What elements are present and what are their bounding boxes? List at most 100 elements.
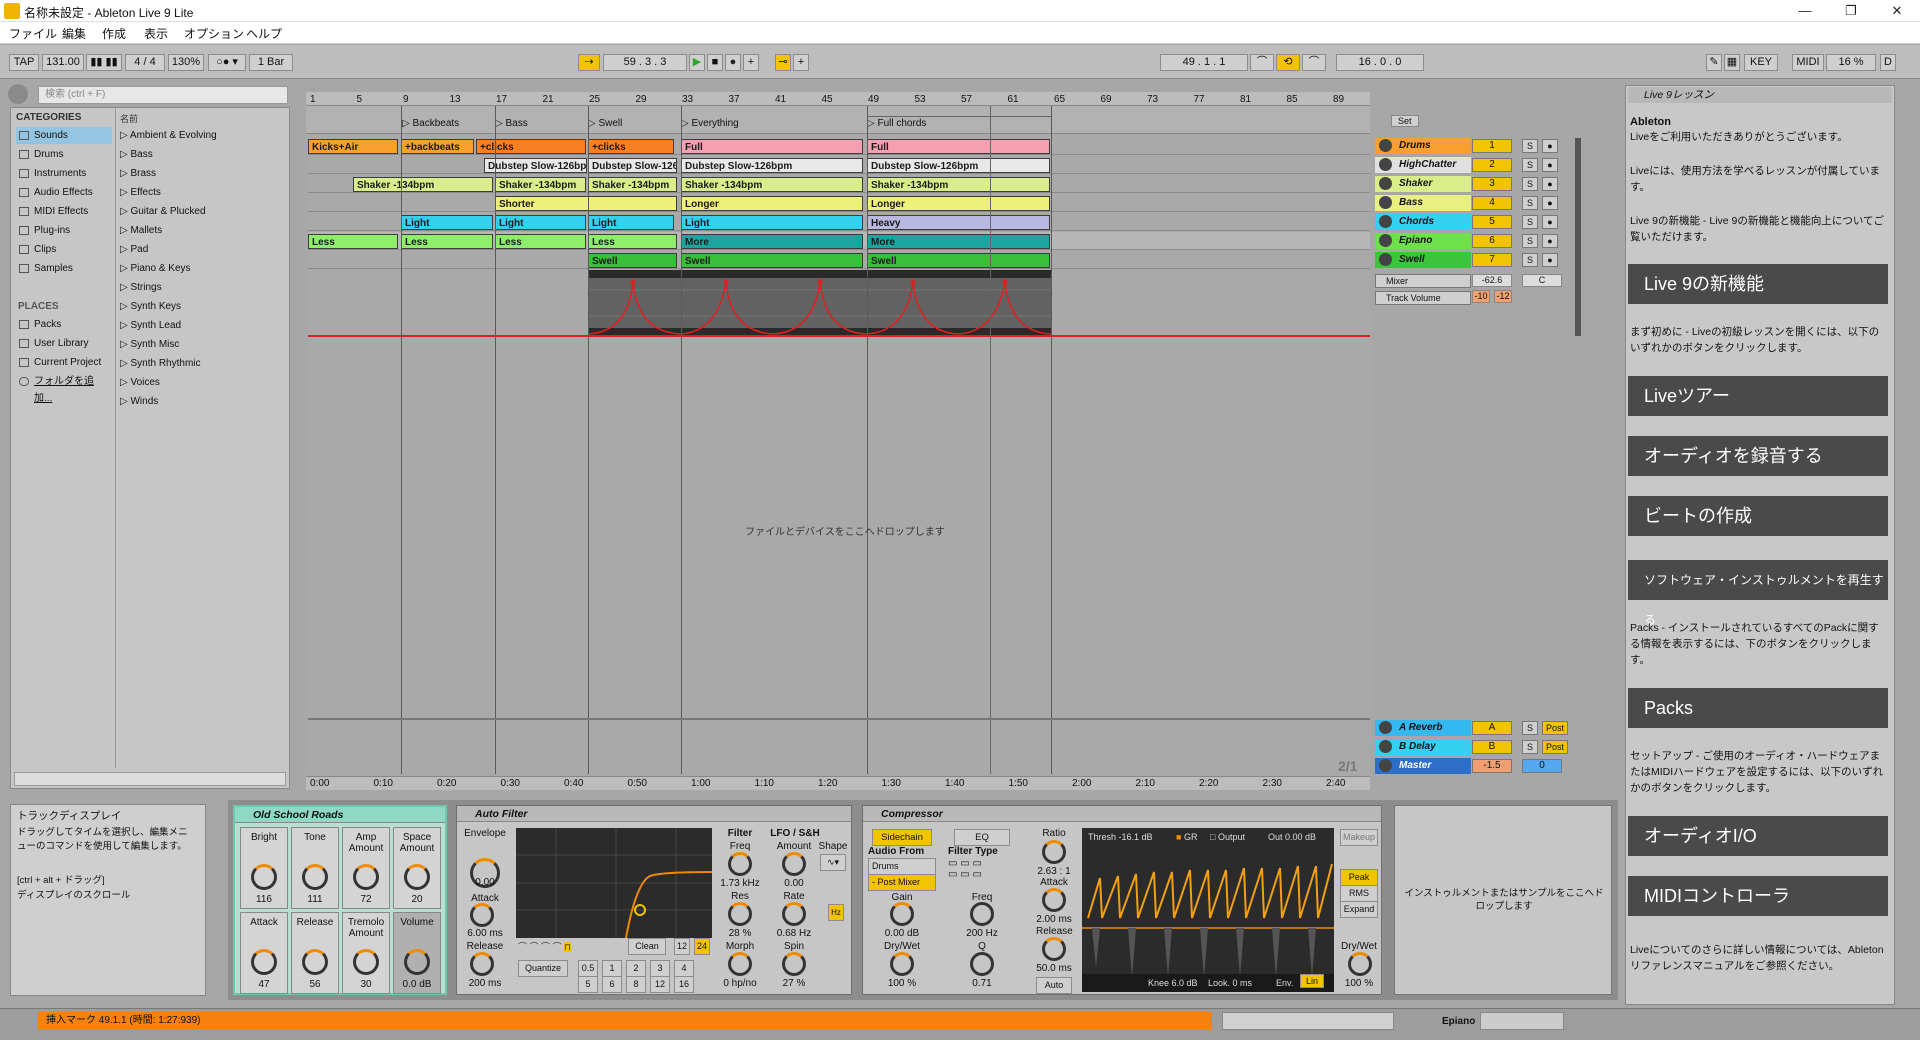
track-header-drums[interactable]: Drums [1375,138,1471,154]
return-track-b[interactable]: B Delay [1375,739,1471,755]
quantize-menu[interactable]: 1 Bar [249,54,293,71]
master-volume[interactable]: -1.5 [1472,759,1512,773]
lesson-whats-new-button[interactable]: Live 9の新機能 [1628,264,1888,304]
rms-button[interactable]: RMS [1340,885,1378,902]
clip[interactable]: Less [495,234,586,249]
category-sounds[interactable]: Sounds [16,127,112,144]
browser-item[interactable]: ▷ Winds [120,396,158,407]
arm-button[interactable]: ● [1542,158,1558,172]
solo-button[interactable]: S [1522,253,1538,267]
swell-waveform[interactable] [588,270,1051,336]
lesson-tour-button[interactable]: Liveツアー [1628,376,1888,416]
browser-item[interactable]: ▷ Voices [120,377,160,388]
macro-control[interactable]: Space Amount 20 [393,827,441,909]
category-clips[interactable]: Clips [16,241,112,258]
browser-item[interactable]: ▷ Mallets [120,225,162,236]
clip[interactable]: Shaker -134bpm [867,177,1050,192]
quantize-value[interactable]: 12 [650,976,670,993]
macro-knob[interactable] [404,864,430,890]
master-track[interactable]: Master [1375,758,1471,774]
quantize-button[interactable]: Quantize [518,960,568,977]
compressor-display[interactable] [1082,828,1334,992]
knee-readout[interactable]: Knee 6.0 dB [1148,978,1198,988]
post-button[interactable]: Post [1542,740,1568,754]
menu-options[interactable]: オプション [184,25,244,42]
midi-controller-button[interactable]: MIDIコントローラ [1628,876,1888,916]
post-button[interactable]: Post [1542,721,1568,735]
clip[interactable]: Swell [588,253,677,268]
release-knob[interactable] [470,952,494,976]
master-pan[interactable]: 0 [1522,759,1562,773]
menu-help[interactable]: ヘルプ [246,25,282,42]
track-number[interactable]: 6 [1472,234,1512,248]
macro-control[interactable]: Release 56 [291,912,339,994]
maximize-button[interactable]: ❐ [1828,0,1874,22]
macro-knob[interactable] [353,864,379,890]
locator-everything[interactable]: ▷ Everything [681,118,739,129]
macro-knob[interactable] [302,864,328,890]
macro-control[interactable]: Bright 116 [240,827,288,909]
browser-item[interactable]: ▷ Strings [120,282,162,293]
clip[interactable]: Heavy [867,215,1050,230]
position-field[interactable]: 59 . 3 . 3 [603,54,687,71]
lookahead-readout[interactable]: Look. 0 ms [1208,978,1252,988]
macro-knob[interactable] [302,949,328,975]
tempo-field[interactable]: 131.00 [42,54,84,71]
play-icon[interactable]: ▶ [689,54,705,71]
clip[interactable]: Kicks+Air [308,139,398,154]
solo-button[interactable]: S [1522,234,1538,248]
drywet-knob[interactable] [1348,952,1372,976]
return-track-a[interactable]: A Reverb [1375,720,1471,736]
clip[interactable]: Light [401,215,493,230]
browser-item[interactable]: ▷ Synth Rhythmic [120,358,201,369]
clip[interactable]: More [867,234,1050,249]
macro-control[interactable]: Tremolo Amount 30 [342,912,390,994]
quantize-value[interactable]: 6 [602,976,622,993]
attack-knob[interactable] [470,903,494,927]
morph-knob[interactable] [728,952,752,976]
locator-full-chords[interactable]: ▷ Full chords [867,118,926,129]
pan-field[interactable]: C [1522,274,1562,287]
category-drums[interactable]: Drums [16,146,112,163]
macro-knob[interactable] [251,949,277,975]
sc-freq-knob[interactable] [970,902,994,926]
track-activator-icon[interactable] [1379,740,1392,753]
hz-button[interactable]: Hz [828,904,844,921]
category-midi-effects[interactable]: MIDI Effects [16,203,112,220]
punch-in-icon[interactable]: ⌒ [1250,54,1274,71]
browser-item[interactable]: ▷ Guitar & Plucked [120,206,206,217]
return-lanes[interactable] [308,718,1370,774]
clip[interactable]: +clicks [476,139,586,154]
comp-release-knob[interactable] [1042,937,1066,961]
minimize-button[interactable]: — [1782,0,1828,22]
midi-map-button[interactable]: MIDI [1792,54,1824,71]
key-map-button[interactable]: KEY [1744,54,1778,71]
solo-button[interactable]: S [1522,721,1538,735]
macro-knob[interactable] [404,949,430,975]
quantize-value[interactable]: 2 [626,960,646,977]
tap-button[interactable]: TAP [9,54,39,71]
lfo-rate-knob[interactable] [782,902,806,926]
clip[interactable]: +clicks [588,139,674,154]
clip[interactable]: Dubstep Slow-126bpm [484,158,587,173]
lesson-record-button[interactable]: オーディオを録音する [1628,436,1888,476]
clip[interactable]: Shaker -134bpm [353,177,493,192]
browser-item[interactable]: ▷ Synth Misc [120,339,179,350]
track-activator-icon[interactable] [1379,177,1392,190]
track-number[interactable]: 7 [1472,253,1512,267]
quantize-value[interactable]: 1 [602,960,622,977]
clip[interactable]: Shaker -134bpm [588,177,677,192]
solo-button[interactable]: S [1522,196,1538,210]
clip[interactable]: Light [588,215,674,230]
volume-field[interactable]: -62.6 [1472,274,1512,287]
send-b-field[interactable]: -12 [1494,290,1512,303]
track-header-epiano[interactable]: Epiano [1375,233,1471,249]
audio-io-button[interactable]: オーディオI/O [1628,816,1888,856]
track-number[interactable]: B [1472,740,1512,754]
clip[interactable]: Longer [867,196,1050,211]
follow-button[interactable]: ⇢ [578,54,600,71]
automation-arm-icon[interactable]: ⊸ [775,54,791,71]
track-number[interactable]: 5 [1472,215,1512,229]
gain-knob[interactable] [890,902,914,926]
quantize-value[interactable]: 16 [674,976,694,993]
